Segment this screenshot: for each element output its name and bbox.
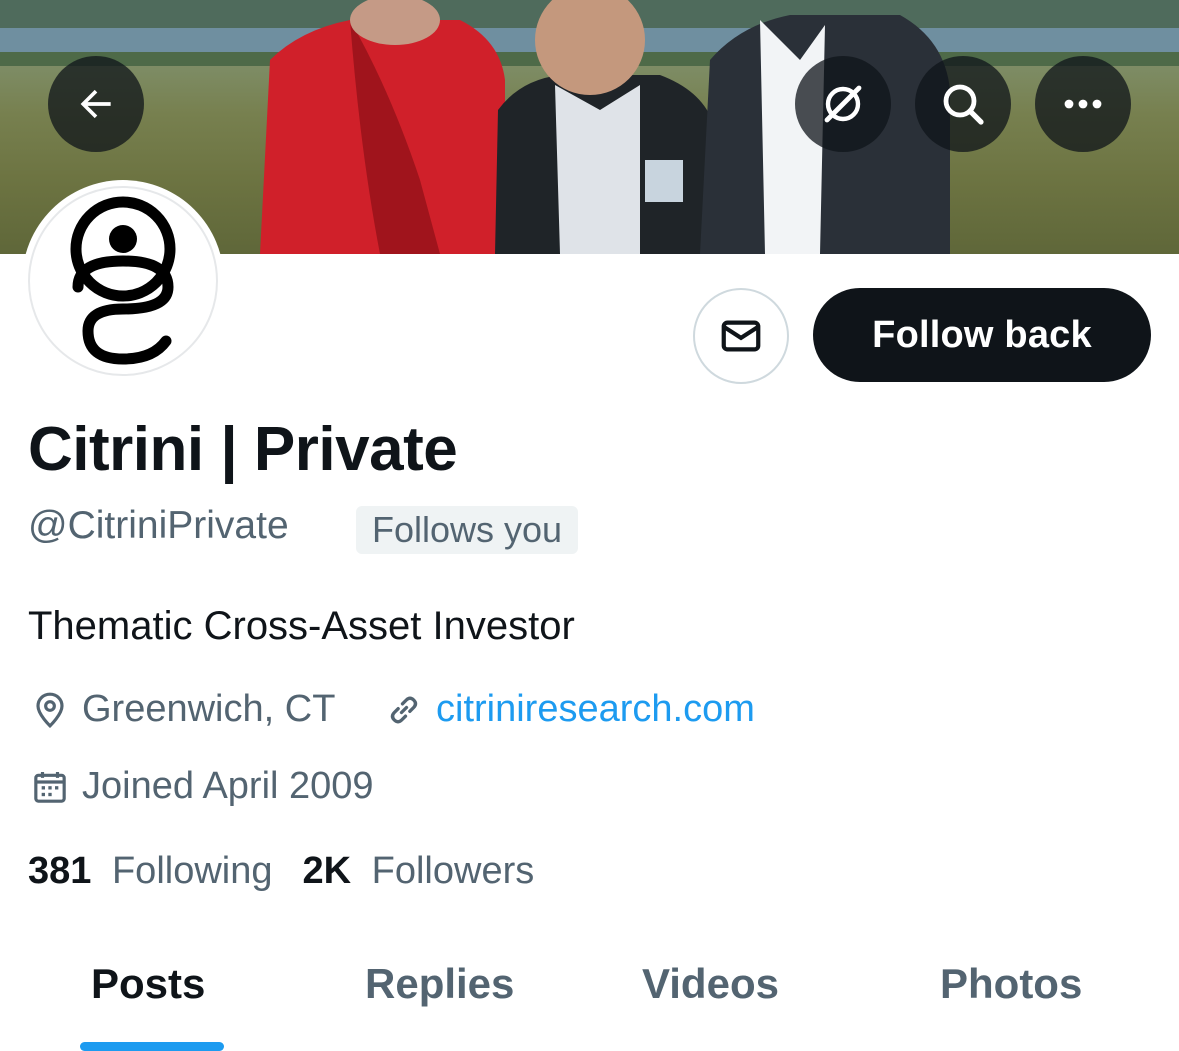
active-tab-indicator bbox=[80, 1042, 224, 1051]
follow-stats: 381 Following 2K Followers bbox=[28, 850, 534, 893]
follows-you-label: Follows you bbox=[372, 509, 563, 550]
followers-count: 2K bbox=[302, 850, 352, 892]
joined-row: Joined April 2009 bbox=[30, 765, 374, 808]
search-button[interactable] bbox=[915, 56, 1011, 152]
calendar-icon bbox=[34, 771, 66, 803]
citrini-logo-icon bbox=[70, 196, 176, 365]
following-count: 381 bbox=[28, 850, 92, 892]
website-row[interactable]: citriniresearch.com bbox=[384, 688, 755, 731]
follows-you-badge: Follows you bbox=[356, 506, 579, 554]
avatar[interactable] bbox=[22, 180, 224, 382]
tab-videos[interactable]: Videos bbox=[642, 960, 779, 1008]
location-row: Greenwich, CT bbox=[30, 688, 335, 731]
followers-label: Followers bbox=[371, 850, 535, 892]
display-name: Citrini | Private bbox=[28, 415, 458, 484]
more-button[interactable] bbox=[1035, 56, 1131, 152]
tab-photos[interactable]: Photos bbox=[940, 960, 1082, 1008]
link-icon bbox=[390, 696, 418, 723]
message-button[interactable] bbox=[693, 288, 789, 384]
following-label: Following bbox=[111, 850, 273, 892]
handle: @CitriniPrivate bbox=[28, 504, 289, 547]
follow-back-button[interactable]: Follow back bbox=[813, 288, 1151, 382]
location-pin-icon bbox=[36, 692, 64, 728]
avatar-logo bbox=[28, 186, 218, 376]
bio: Thematic Cross-Asset Investor bbox=[28, 604, 575, 648]
website-link[interactable]: citriniresearch.com bbox=[436, 688, 755, 731]
location-text: Greenwich, CT bbox=[82, 688, 336, 730]
more-icon bbox=[1064, 99, 1102, 109]
back-button[interactable] bbox=[48, 56, 144, 152]
search-icon bbox=[943, 84, 984, 125]
grok-icon bbox=[824, 85, 862, 123]
grok-button[interactable] bbox=[795, 56, 891, 152]
following-link[interactable]: 381 Following bbox=[28, 850, 273, 893]
joined-text: Joined April 2009 bbox=[82, 765, 374, 807]
tab-posts[interactable]: Posts bbox=[91, 960, 205, 1008]
envelope-icon bbox=[721, 320, 761, 352]
followers-link[interactable]: 2K Followers bbox=[303, 850, 535, 893]
tab-replies[interactable]: Replies bbox=[365, 960, 514, 1008]
arrow-left-icon bbox=[80, 89, 111, 119]
